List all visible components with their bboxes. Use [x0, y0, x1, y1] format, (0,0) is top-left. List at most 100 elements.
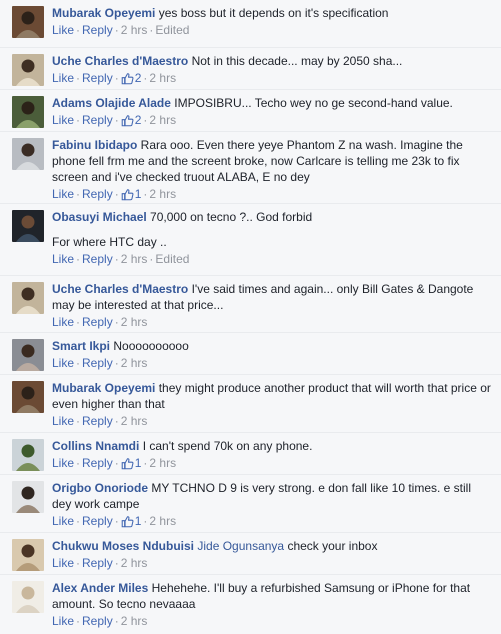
separator-dot: · — [114, 456, 119, 470]
separator-dot: · — [114, 614, 119, 628]
timestamp-link[interactable]: 2 hrs — [121, 414, 148, 428]
profile-photo — [12, 481, 44, 513]
reply-link[interactable]: Reply — [82, 113, 113, 127]
avatar[interactable] — [12, 210, 44, 242]
comment-author-link[interactable]: Alex Ander Miles — [52, 581, 148, 595]
separator-dot: · — [76, 514, 81, 528]
profile-photo — [12, 339, 44, 371]
comment-author-link[interactable]: Uche Charles d'Maestro — [52, 282, 188, 296]
timestamp-link[interactable]: 2 hrs — [121, 252, 148, 266]
separator-dot: · — [76, 414, 81, 428]
reply-link[interactable]: Reply — [82, 514, 113, 528]
reply-link[interactable]: Reply — [82, 614, 113, 628]
like-link[interactable]: Like — [52, 71, 74, 85]
avatar[interactable] — [12, 6, 44, 38]
comment-actions: Like · Reply · 2 hrs — [52, 413, 493, 429]
like-link[interactable]: Like — [52, 315, 74, 329]
like-count[interactable]: 2 — [121, 112, 141, 131]
comment-item: Mubarak Opeyemi they might produce anoth… — [0, 374, 501, 432]
timestamp-link[interactable]: 2 hrs — [149, 71, 176, 85]
separator-dot: · — [76, 614, 81, 628]
like-count[interactable]: 1 — [121, 455, 141, 474]
reply-link[interactable]: Reply — [82, 556, 113, 570]
timestamp-link[interactable]: 2 hrs — [149, 113, 176, 127]
comment-actions: Like · Reply · 2 hrs — [52, 555, 493, 571]
timestamp-link[interactable]: 2 hrs — [121, 556, 148, 570]
like-count[interactable]: 1 — [121, 513, 141, 532]
edited-label[interactable]: Edited — [155, 23, 189, 37]
comment-author-link[interactable]: Mubarak Opeyemi — [52, 6, 155, 20]
timestamp-link[interactable]: 2 hrs — [121, 614, 148, 628]
comment-item: Adams Olajide Alade IMPOSIBRU... Techo w… — [0, 89, 501, 131]
reply-link[interactable]: Reply — [82, 414, 113, 428]
avatar[interactable] — [12, 339, 44, 371]
comment-message: yes boss but it depends on it's specific… — [158, 6, 389, 20]
comment-item: Alex Ander Miles Hehehehe. I'll buy a re… — [0, 574, 501, 634]
comment-author-link[interactable]: Adams Olajide Alade — [52, 96, 171, 110]
comment-text: Uche Charles d'Maestro I've said times a… — [52, 281, 493, 313]
timestamp-link[interactable]: 2 hrs — [121, 315, 148, 329]
thumbs-up-icon — [121, 72, 134, 89]
like-link[interactable]: Like — [52, 113, 74, 127]
comment-author-link[interactable]: Fabinu Ibidapo — [52, 138, 137, 152]
comment-author-link[interactable]: Collins Nnamdi — [52, 439, 139, 453]
like-count[interactable]: 2 — [121, 70, 141, 89]
reply-link[interactable]: Reply — [82, 456, 113, 470]
avatar[interactable] — [12, 282, 44, 314]
profile-photo — [12, 138, 44, 170]
avatar[interactable] — [12, 96, 44, 128]
like-link[interactable]: Like — [52, 514, 74, 528]
timestamp-link[interactable]: 2 hrs — [121, 23, 148, 37]
edited-label[interactable]: Edited — [155, 252, 189, 266]
avatar[interactable] — [12, 581, 44, 613]
avatar[interactable] — [12, 439, 44, 471]
reply-link[interactable]: Reply — [82, 187, 113, 201]
comment-author-link[interactable]: Mubarak Opeyemi — [52, 381, 155, 395]
comment-item: Uche Charles d'Maestro I've said times a… — [0, 275, 501, 332]
avatar[interactable] — [12, 54, 44, 86]
timestamp-link[interactable]: 2 hrs — [121, 356, 148, 370]
comment-message: Not in this decade... may by 2050 sha... — [191, 54, 403, 68]
comment-item: Origbo Onoriode MY TCHNO D 9 is very str… — [0, 474, 501, 532]
comment-text: Obasuyi Michael 70,000 on tecno ?.. God … — [52, 209, 493, 225]
timestamp-link[interactable]: 2 hrs — [149, 456, 176, 470]
comment-author-link[interactable]: Smart Ikpi — [52, 339, 110, 353]
comment-author-link[interactable]: Origbo Onoriode — [52, 481, 148, 495]
comment-item: Uche Charles d'Maestro Not in this decad… — [0, 47, 501, 89]
separator-dot: · — [114, 113, 119, 127]
comment-body: Mubarak Opeyemi yes boss but it depends … — [52, 5, 493, 38]
avatar[interactable] — [12, 539, 44, 571]
reply-link[interactable]: Reply — [82, 23, 113, 37]
profile-photo — [12, 581, 44, 613]
comment-author-link[interactable]: Obasuyi Michael — [52, 210, 147, 224]
comment-body: Origbo Onoriode MY TCHNO D 9 is very str… — [52, 480, 493, 532]
like-link[interactable]: Like — [52, 23, 74, 37]
reply-link[interactable]: Reply — [82, 71, 113, 85]
like-link[interactable]: Like — [52, 356, 74, 370]
timestamp-link[interactable]: 2 hrs — [149, 187, 176, 201]
avatar[interactable] — [12, 481, 44, 513]
like-link[interactable]: Like — [52, 556, 74, 570]
avatar[interactable] — [12, 381, 44, 413]
like-link[interactable]: Like — [52, 414, 74, 428]
comment-body: Collins Nnamdi I can't spend 70k on any … — [52, 438, 493, 474]
mention-link[interactable]: Jide Ogunsanya — [197, 539, 284, 553]
comment-actions: Like · Reply · 2 hrs — [52, 355, 493, 371]
reply-link[interactable]: Reply — [82, 356, 113, 370]
like-link[interactable]: Like — [52, 252, 74, 266]
reply-link[interactable]: Reply — [82, 252, 113, 266]
timestamp-link[interactable]: 2 hrs — [149, 514, 176, 528]
comment-body: Uche Charles d'Maestro Not in this decad… — [52, 53, 493, 89]
like-link[interactable]: Like — [52, 614, 74, 628]
reply-link[interactable]: Reply — [82, 315, 113, 329]
comment-actions: Like · Reply · 2 hrs — [52, 314, 493, 330]
avatar[interactable] — [12, 138, 44, 170]
comment-message: Noooooooooo — [113, 339, 189, 353]
like-link[interactable]: Like — [52, 456, 74, 470]
comment-item: Obasuyi Michael 70,000 on tecno ?.. God … — [0, 203, 501, 275]
comment-body: Fabinu Ibidapo Rara ooo. Even there yeye… — [52, 137, 493, 205]
comment-author-link[interactable]: Uche Charles d'Maestro — [52, 54, 188, 68]
like-link[interactable]: Like — [52, 187, 74, 201]
separator-dot: · — [114, 252, 119, 266]
comment-author-link[interactable]: Chukwu Moses Ndubuisi — [52, 539, 194, 553]
